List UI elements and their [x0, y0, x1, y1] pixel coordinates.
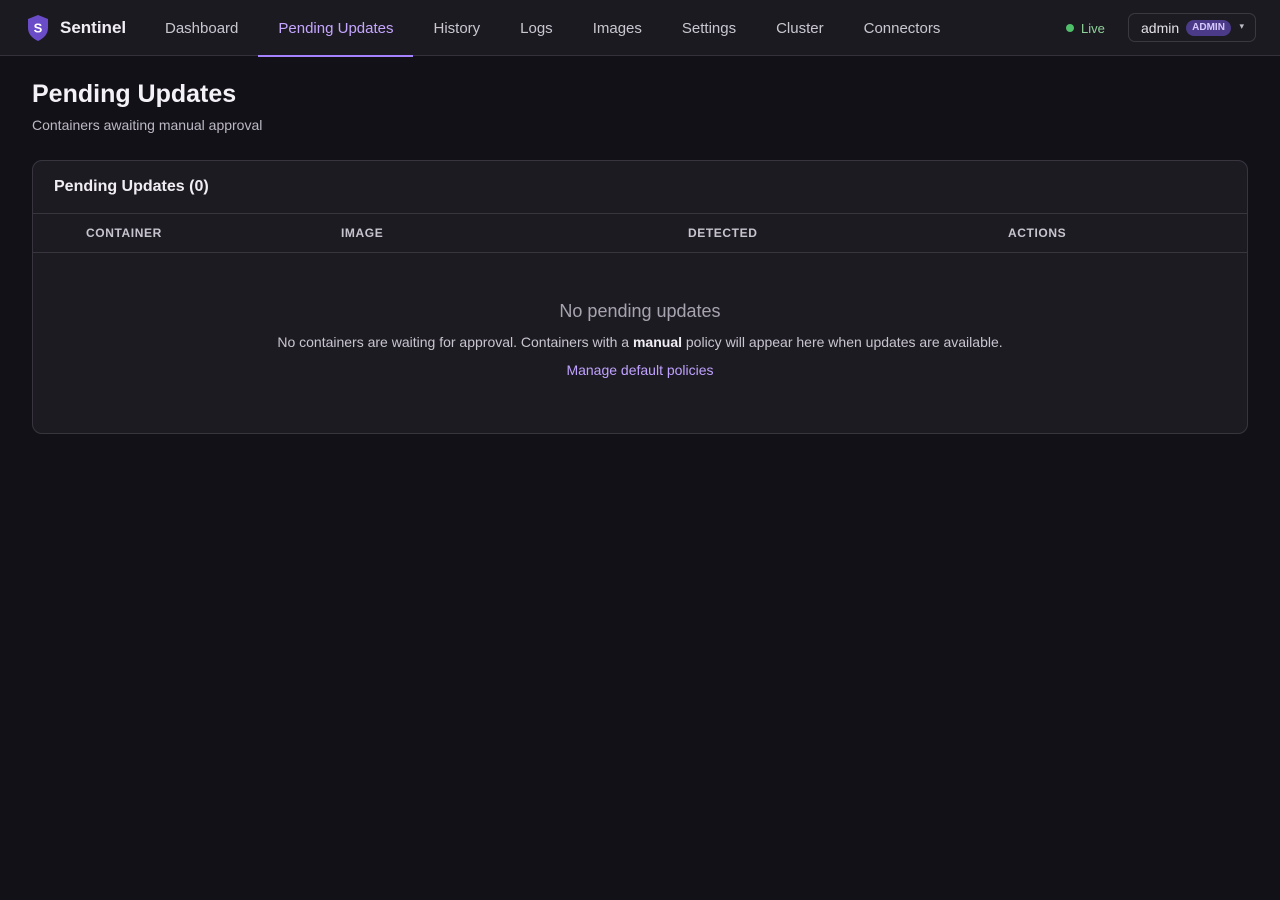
- live-label: Live: [1081, 20, 1105, 36]
- main-nav: Dashboard Pending Updates History Logs I…: [145, 0, 961, 57]
- logo-letter: S: [34, 21, 43, 36]
- empty-text-before: No containers are waiting for approval. …: [277, 334, 633, 350]
- card-header: Pending Updates (0): [33, 161, 1247, 214]
- empty-text-bold: manual: [632, 334, 682, 350]
- empty-state-text: No containers are waiting for approval. …: [33, 334, 1247, 350]
- tab-cluster[interactable]: Cluster: [756, 0, 844, 56]
- user-name: admin: [1141, 19, 1180, 36]
- empty-state-title: No pending updates: [559, 301, 721, 321]
- tab-settings[interactable]: Settings: [662, 0, 756, 56]
- tab-dashboard[interactable]: Dashboard: [145, 0, 258, 56]
- shield-icon: S: [28, 15, 48, 41]
- empty-state: No pending updates No containers are wai…: [33, 301, 1247, 380]
- live-dot-icon: [1066, 24, 1074, 32]
- manage-policies-link[interactable]: Manage default policies: [566, 362, 713, 378]
- tab-images[interactable]: Images: [573, 0, 662, 56]
- brand[interactable]: S Sentinel: [27, 14, 126, 42]
- table-header: CONTAINER IMAGE DETECTED ACTIONS: [33, 214, 1247, 253]
- column-header-actions: ACTIONS: [1008, 226, 1067, 240]
- tab-logs[interactable]: Logs: [500, 0, 573, 56]
- chevron-down-icon: ▾: [1239, 21, 1244, 31]
- tab-history[interactable]: History: [413, 0, 500, 56]
- live-status: Live: [1066, 19, 1105, 37]
- column-header-container: CONTAINER: [86, 226, 162, 240]
- page-subtitle: Containers awaiting manual approval: [32, 117, 263, 133]
- column-header-detected: DETECTED: [688, 226, 758, 240]
- brand-name: Sentinel: [60, 18, 127, 37]
- empty-text-after: policy will appear here when updates are…: [682, 334, 1003, 350]
- pending-updates-card: Pending Updates (0) CONTAINER IMAGE DETE…: [32, 160, 1248, 434]
- role-badge: ADMIN: [1186, 19, 1231, 36]
- card-title: Pending Updates (0): [54, 178, 209, 195]
- tab-pending-updates[interactable]: Pending Updates: [258, 0, 414, 57]
- page-title: Pending Updates: [32, 80, 237, 108]
- column-header-image: IMAGE: [341, 226, 384, 240]
- tab-connectors[interactable]: Connectors: [844, 0, 961, 56]
- top-navbar: S Sentinel Dashboard Pending Updates His…: [0, 0, 1280, 57]
- user-menu-button[interactable]: admin ADMIN ▾: [1128, 13, 1256, 42]
